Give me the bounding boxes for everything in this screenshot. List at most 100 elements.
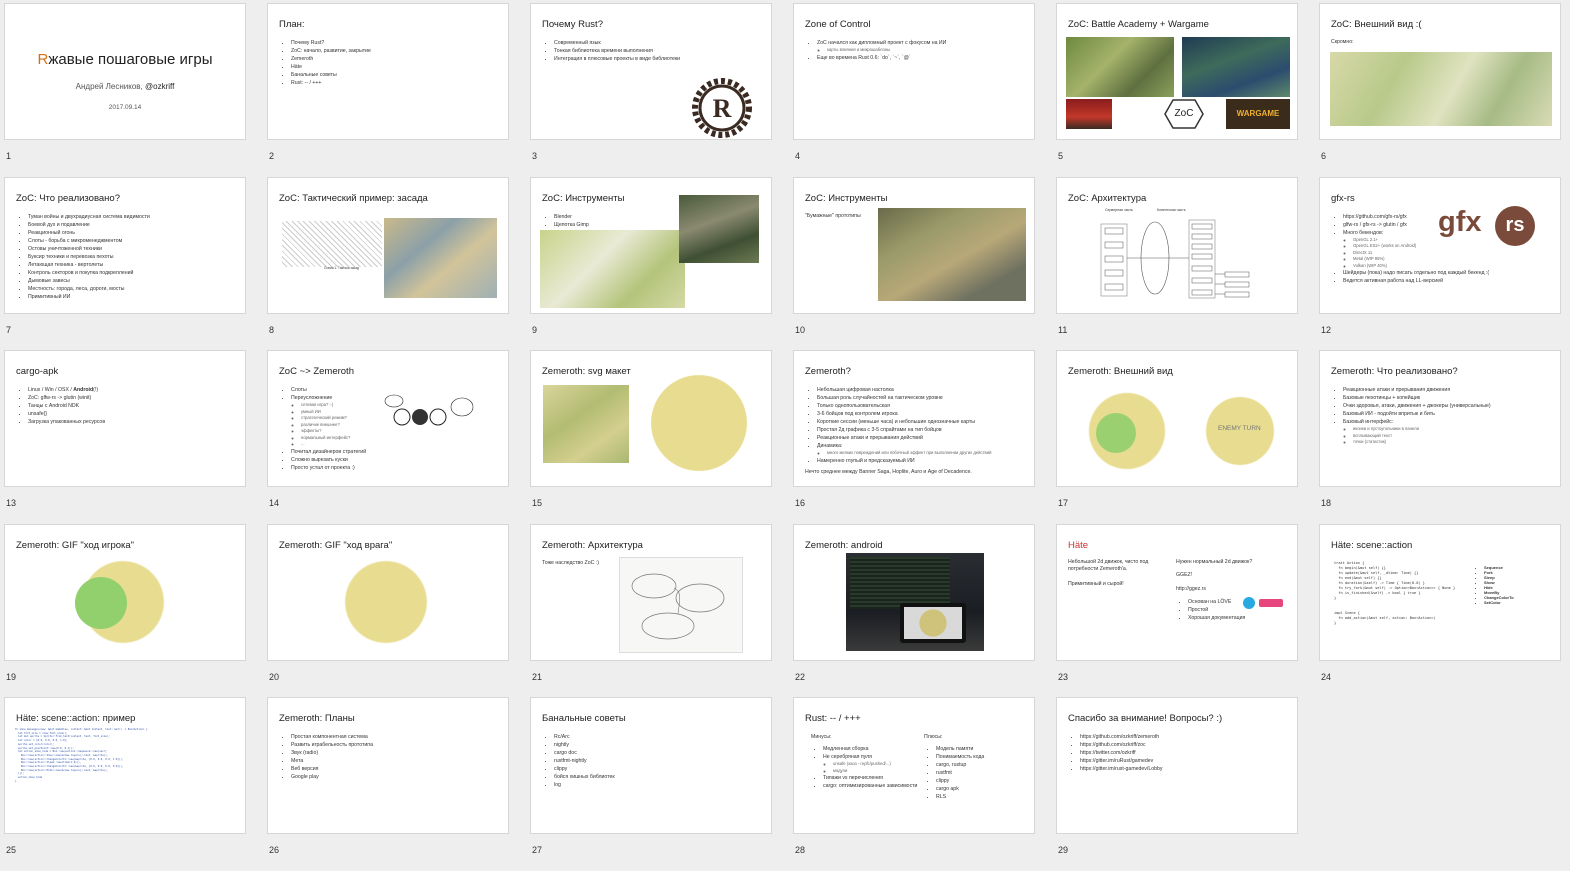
link[interactable]: https://github.com/ozkriff/zoc: [1080, 741, 1162, 749]
slide-thumbnail-22[interactable]: Zemeroth: android: [793, 523, 1035, 661]
slide-thumbnail-12[interactable]: gfx-rs https://github.com/gfx-rs/gfx glf…: [1319, 176, 1561, 314]
slide-thumbnail-21[interactable]: Zemeroth: Архитектура Тоже наследство Zo…: [530, 523, 772, 661]
slide-thumbnail-26[interactable]: Zemeroth: Планы Простая компонентная сис…: [267, 697, 509, 834]
slide-number: 28: [795, 845, 806, 855]
link[interactable]: https://gitter.im/rust-gamedev/Lobby: [1080, 765, 1162, 773]
slide-thumbnail-13[interactable]: cargo-apk Linux / Win / OSX / Android(!)…: [4, 350, 246, 487]
minus-label: Минусы:: [811, 734, 832, 740]
action-item: ChangeColorTo: [1484, 595, 1514, 600]
slide-thumbnail-24[interactable]: Häte: scene::action trait Action { fn be…: [1319, 523, 1561, 661]
slide-thumbnail-5[interactable]: ZoC: Battle Academy + Wargame WARGAME Zo…: [1056, 3, 1298, 140]
bullet: rustfmt: [936, 769, 984, 777]
slide-title: ZoC: Battle Academy + Wargame: [1068, 19, 1209, 30]
bullet: Небольшая цифровая настолка: [817, 386, 991, 394]
slide-text-right: Нужен нормальный 2d движок?: [1176, 558, 1253, 565]
slide-thumbnail-18[interactable]: Zemeroth: Что реализовано? Реакционные а…: [1319, 350, 1561, 487]
slide-cell-11: ZoC: Архитектура Серверная часть Клиентс…: [1056, 176, 1300, 351]
slide-thumbnail-7[interactable]: ZoC: Что реализовано? Туман войны и двух…: [4, 176, 246, 314]
slide-title: ZoC: Инструменты: [542, 192, 625, 204]
link[interactable]: https://github.com/ozkriff/zemeroth: [1080, 733, 1162, 741]
bullet: Понимаемость кода: [936, 753, 984, 761]
slide-number: 7: [6, 324, 12, 335]
slide-thumbnail-2[interactable]: План: Почему Rust? ZoC: начало, развитие…: [267, 3, 509, 140]
slide-thumbnail-11[interactable]: ZoC: Архитектура Серверная часть Клиентс…: [1056, 176, 1298, 314]
bullet: Контроль секторов и покупка подкреплений: [28, 269, 150, 277]
slide-cell-9: ZoC: Инструменты Blender Щепотка Gimp 9: [530, 176, 774, 351]
link[interactable]: https://gitter.im/ruRust/gamedev: [1080, 757, 1162, 765]
bullet-list: Linux / Win / OSX / Android(!) ZoC: glfw…: [16, 386, 105, 426]
slide-thumbnail-20[interactable]: Zemeroth: GIF "ход врага": [267, 523, 509, 661]
slide-thumbnail-16[interactable]: Zemeroth? Небольшая цифровая настолка Бо…: [793, 350, 1035, 487]
bullet: RLS: [936, 793, 984, 801]
zemeroth-enemy-view: ENEMY TURN: [1190, 383, 1290, 479]
bullet: Модель памяти: [936, 745, 984, 753]
bullet: Ведется активная работа над LL-версией: [1343, 277, 1489, 285]
battle-academy-screenshot: [1066, 37, 1174, 97]
plus-list: Модель памяти Понимаемость кода cargo, r…: [924, 745, 984, 801]
slide-thumbnail-6[interactable]: ZoC: Внешний вид :( Скромно:: [1319, 3, 1561, 140]
slide-text-left: Небольшой 2d движок, чисто под потребнос…: [1068, 558, 1150, 572]
slide-thumbnail-3[interactable]: Почему Rust? Современный язык Тонкая биб…: [530, 3, 772, 140]
slide-thumbnail-17[interactable]: Zemeroth: Внешний вид ENEMY TURN: [1056, 350, 1298, 487]
gfx-logo-text: gfx: [1438, 205, 1482, 238]
client-label: Клиентская часть: [1157, 207, 1186, 212]
slide-thumbnail-15[interactable]: Zemeroth: svg макет: [530, 350, 772, 487]
ggez-url[interactable]: http://ggez.rs: [1176, 586, 1206, 593]
enemy-turn-gif: [320, 550, 452, 653]
slide-cell-23: Häte Небольшой 2d движок, чисто под потр…: [1056, 523, 1300, 698]
slide-thumbnail-1[interactable]: Rжавые пошаговые игры Андрей Лесников, @…: [4, 3, 246, 140]
slide-title: Zemeroth: android: [805, 539, 883, 551]
slide-number: 6: [1321, 151, 1327, 161]
slide-thumbnail-9[interactable]: ZoC: Инструменты Blender Щепотка Gimp: [530, 176, 772, 314]
slide-cell-22: Zemeroth: android 22: [793, 523, 1037, 698]
bullet: ZoC начался как дипломный проект с фокус…: [817, 39, 946, 47]
link-list: https://github.com/ozkriff/zemeroth http…: [1068, 733, 1162, 773]
ggez-label: GGEZ!: [1176, 571, 1193, 578]
architecture-sketch-photo: [619, 556, 743, 653]
tablet: [900, 602, 966, 643]
paper-prototype-photo: [878, 207, 1026, 301]
rust-logo-icon: R: [692, 78, 752, 138]
slide-thumbnail-19[interactable]: Zemeroth: GIF "ход игрока": [4, 523, 246, 661]
bullet: Не серебряная пуля: [823, 753, 918, 761]
slide-cell-4: Zone of Control ZoC начался как дипломны…: [793, 3, 1037, 177]
ambush-caption: Схема 1. Тактика засад: [324, 265, 359, 270]
slide-thumbnail-27[interactable]: Банальные советы Rc/Arc nightly cargo do…: [530, 697, 772, 834]
slide-grid: Rжавые пошаговые игры Андрей Лесников, @…: [4, 3, 1566, 863]
slide-number: 29: [1058, 845, 1069, 855]
slide-cell-29: Спасибо за внимание! Вопросы? :) https:/…: [1056, 697, 1300, 871]
android-photo: [846, 552, 984, 651]
slide-thumbnail-14[interactable]: ZoC ~> Zemeroth Слоты Переусложнение сет…: [267, 350, 509, 487]
bullet: Реакционный огонь: [28, 229, 150, 237]
slide-cell-8: ZoC: Тактический пример: засада Схема 1.…: [267, 176, 511, 351]
slide-thumbnail-23[interactable]: Häte Небольшой 2d движок, чисто под потр…: [1056, 523, 1298, 661]
architecture-diagram: [1100, 219, 1250, 298]
bullet: Blender: [554, 213, 589, 221]
slide-number: 2: [269, 151, 275, 161]
slide-thumbnail-29[interactable]: Спасибо за внимание! Вопросы? :) https:/…: [1056, 697, 1298, 834]
bullet-list: ZoC начался как дипломный проект с фокус…: [805, 39, 946, 62]
hand-drawn-diagram: [631, 573, 725, 639]
bullet: cargo doc: [554, 749, 615, 757]
player-turn-gif: [57, 550, 189, 653]
slide-number: 20: [269, 671, 280, 682]
bullet: Реакционные атаки и прерывания действий: [817, 434, 991, 442]
slide-thumbnail-8[interactable]: ZoC: Тактический пример: засада Схема 1.…: [267, 176, 509, 314]
slide-thumbnail-4[interactable]: Zone of Control ZoC начался как дипломны…: [793, 3, 1035, 140]
bullet: cargo apk: [936, 785, 984, 793]
slide-title: ZoC: Инструменты: [805, 192, 888, 204]
bullet: Базовый интерфейс:: [1343, 418, 1491, 426]
slide-thumbnail-28[interactable]: Rust: -- / +++ Минусы: Медленная сборка …: [793, 697, 1035, 834]
link[interactable]: https://twitter.com/ozkriff: [1080, 749, 1162, 757]
slide-number: 24: [1321, 671, 1332, 682]
slide-cell-17: Zemeroth: Внешний вид ENEMY TURN 17: [1056, 350, 1300, 524]
bullet-list: Реакционные атаки и прерывания движения …: [1331, 386, 1491, 446]
author-handle: @ozkriff: [145, 82, 175, 91]
slide-thumbnail-25[interactable]: Häte: scene::action: пример fn show_mess…: [4, 697, 246, 834]
bullet: Только однопользовательская: [817, 402, 991, 410]
slide-cell-6: ZoC: Внешний вид :( Скромно: 6: [1319, 3, 1563, 177]
bullet: Интеграция в плюсовые проекты в виде биб…: [554, 55, 680, 63]
slide-cell-24: Häte: scene::action trait Action { fn be…: [1319, 523, 1563, 698]
slide-thumbnail-10[interactable]: ZoC: Инструменты "Бумажные" прототипы: [793, 176, 1035, 314]
action-list: Sequence Fork Sleep Show Hide MoveBy Cha…: [1472, 565, 1514, 605]
